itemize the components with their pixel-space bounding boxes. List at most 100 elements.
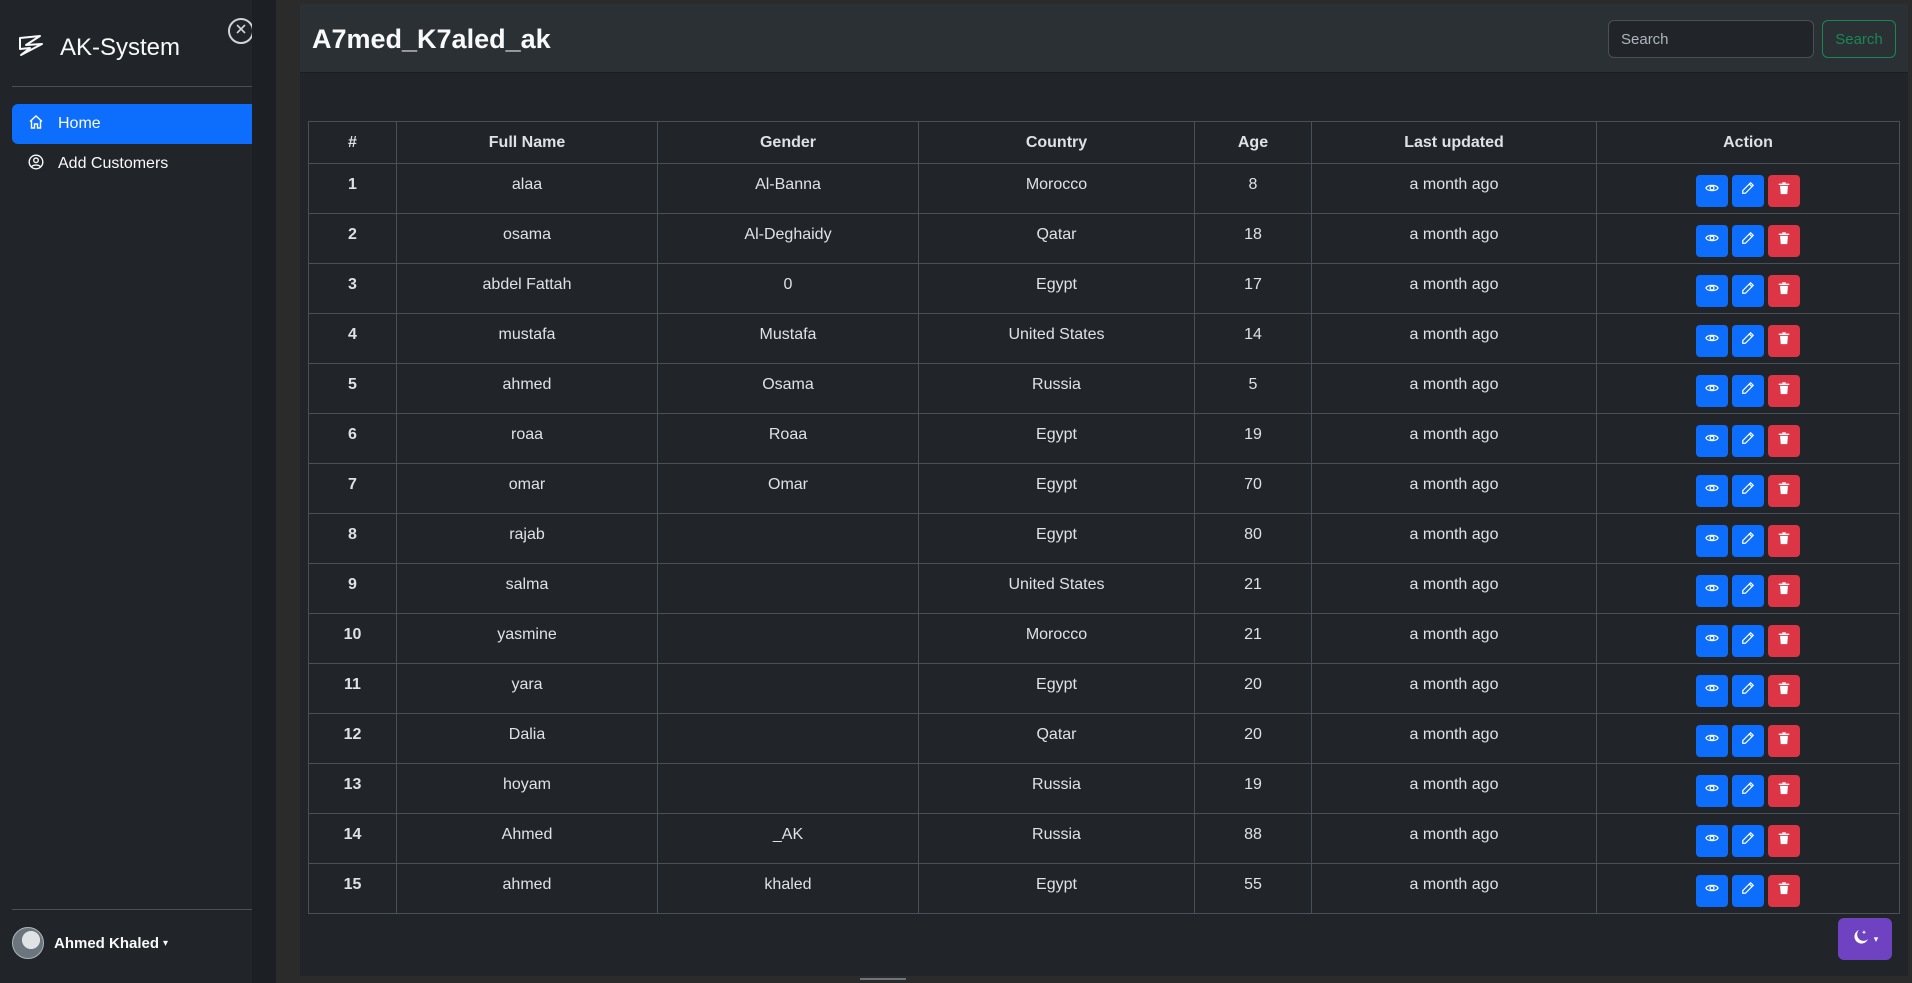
view-button[interactable] — [1696, 674, 1728, 707]
search-input[interactable] — [1608, 20, 1814, 58]
edit-button[interactable] — [1732, 574, 1764, 607]
close-sidebar-button[interactable] — [228, 18, 254, 44]
row-number: 5 — [308, 363, 397, 414]
full-name-cell: ahmed — [396, 363, 658, 414]
country-cell-text: Egypt — [1036, 525, 1077, 543]
row-number: 13 — [308, 763, 397, 814]
country-cell: Qatar — [918, 713, 1195, 764]
age-cell: 18 — [1194, 213, 1312, 264]
gender-cell-text: Al-Deghaidy — [744, 225, 832, 243]
view-button[interactable] — [1696, 374, 1728, 407]
view-button[interactable] — [1696, 724, 1728, 757]
view-button[interactable] — [1696, 774, 1728, 807]
full-name-cell-text: roaa — [510, 425, 544, 443]
action-cell — [1596, 463, 1900, 514]
edit-button[interactable] — [1732, 224, 1764, 257]
delete-button[interactable] — [1768, 374, 1800, 407]
delete-button[interactable] — [1768, 224, 1800, 257]
edit-button[interactable] — [1732, 624, 1764, 657]
action-cell — [1596, 613, 1900, 664]
country-cell-text: Russia — [1032, 825, 1081, 843]
user-menu[interactable]: Ahmed Khaled ▾ — [12, 926, 168, 960]
edit-button[interactable] — [1732, 774, 1764, 807]
edit-button[interactable] — [1732, 724, 1764, 757]
age-cell-text: 21 — [1244, 625, 1262, 643]
column-header: Gender — [657, 121, 919, 164]
column-header: # — [308, 121, 397, 164]
delete-button[interactable] — [1768, 274, 1800, 307]
sidebar-item-home[interactable]: Home — [12, 104, 260, 144]
row-number-text: 12 — [343, 725, 362, 743]
table-row: 3 abdel Fattah 0 Egypt 17 a month ago — [308, 263, 1900, 314]
delete-button[interactable] — [1768, 724, 1800, 757]
full-name-cell-text: abdel Fattah — [482, 275, 572, 293]
search-button[interactable]: Search — [1822, 20, 1896, 58]
delete-button[interactable] — [1768, 524, 1800, 557]
row-number: 11 — [308, 663, 397, 714]
brand[interactable]: AK-System — [12, 28, 260, 68]
eye-icon — [1705, 831, 1719, 850]
delete-button[interactable] — [1768, 474, 1800, 507]
edit-button[interactable] — [1732, 324, 1764, 357]
delete-button[interactable] — [1768, 424, 1800, 457]
eye-icon — [1705, 281, 1719, 300]
table-row: 1 alaa Al-Banna Morocco 8 a month ago — [308, 163, 1900, 214]
view-button[interactable] — [1696, 274, 1728, 307]
theme-toggle-button[interactable]: ▾ — [1838, 918, 1892, 960]
row-actions — [1696, 424, 1800, 457]
view-button[interactable] — [1696, 874, 1728, 907]
view-button[interactable] — [1696, 424, 1728, 457]
full-name-cell-text: yara — [511, 675, 543, 693]
last-updated-cell: a month ago — [1311, 513, 1597, 564]
last-updated-cell: a month ago — [1311, 563, 1597, 614]
row-number: 6 — [308, 413, 397, 464]
edit-button[interactable] — [1732, 374, 1764, 407]
edit-button[interactable] — [1732, 274, 1764, 307]
full-name-cell: osama — [396, 213, 658, 264]
delete-button[interactable] — [1768, 874, 1800, 907]
edit-button[interactable] — [1732, 524, 1764, 557]
row-number: 15 — [308, 863, 397, 914]
view-button[interactable] — [1696, 474, 1728, 507]
view-button[interactable] — [1696, 174, 1728, 207]
delete-button[interactable] — [1768, 774, 1800, 807]
age-cell-text: 5 — [1248, 375, 1258, 393]
sidebar-item-add-customers[interactable]: Add Customers — [12, 144, 260, 184]
delete-button[interactable] — [1768, 174, 1800, 207]
row-number-text: 6 — [348, 425, 357, 443]
view-button[interactable] — [1696, 524, 1728, 557]
customers-table: # Full Name Gender Country Age Last upda… — [308, 121, 1900, 914]
edit-button[interactable] — [1732, 474, 1764, 507]
age-cell: 20 — [1194, 713, 1312, 764]
row-number-text: 7 — [348, 475, 357, 493]
country-cell: Egypt — [918, 863, 1195, 914]
view-button[interactable] — [1696, 324, 1728, 357]
pencil-icon — [1741, 281, 1755, 300]
edit-button[interactable] — [1732, 824, 1764, 857]
delete-button[interactable] — [1768, 324, 1800, 357]
edit-button[interactable] — [1732, 674, 1764, 707]
edit-button[interactable] — [1732, 874, 1764, 907]
view-button[interactable] — [1696, 224, 1728, 257]
table-row: 4 mustafa Mustafa United States 14 a month ag… — [308, 313, 1900, 364]
view-button[interactable] — [1696, 624, 1728, 657]
age-cell-text: 14 — [1244, 325, 1262, 343]
delete-button[interactable] — [1768, 824, 1800, 857]
row-actions — [1696, 524, 1800, 557]
column-header: Action — [1596, 121, 1900, 164]
country-cell: Egypt — [918, 663, 1195, 714]
gender-cell-text: 0 — [783, 275, 793, 293]
country-cell: Egypt — [918, 463, 1195, 514]
gender-cell: Al-Banna — [657, 163, 919, 214]
brand-name: AK-System — [60, 34, 181, 61]
trash-icon — [1777, 231, 1791, 250]
view-button[interactable] — [1696, 574, 1728, 607]
view-button[interactable] — [1696, 824, 1728, 857]
full-name-cell-text: Ahmed — [501, 825, 553, 843]
delete-button[interactable] — [1768, 574, 1800, 607]
edit-button[interactable] — [1732, 174, 1764, 207]
edit-button[interactable] — [1732, 424, 1764, 457]
delete-button[interactable] — [1768, 624, 1800, 657]
delete-button[interactable] — [1768, 674, 1800, 707]
pencil-icon — [1741, 181, 1755, 200]
